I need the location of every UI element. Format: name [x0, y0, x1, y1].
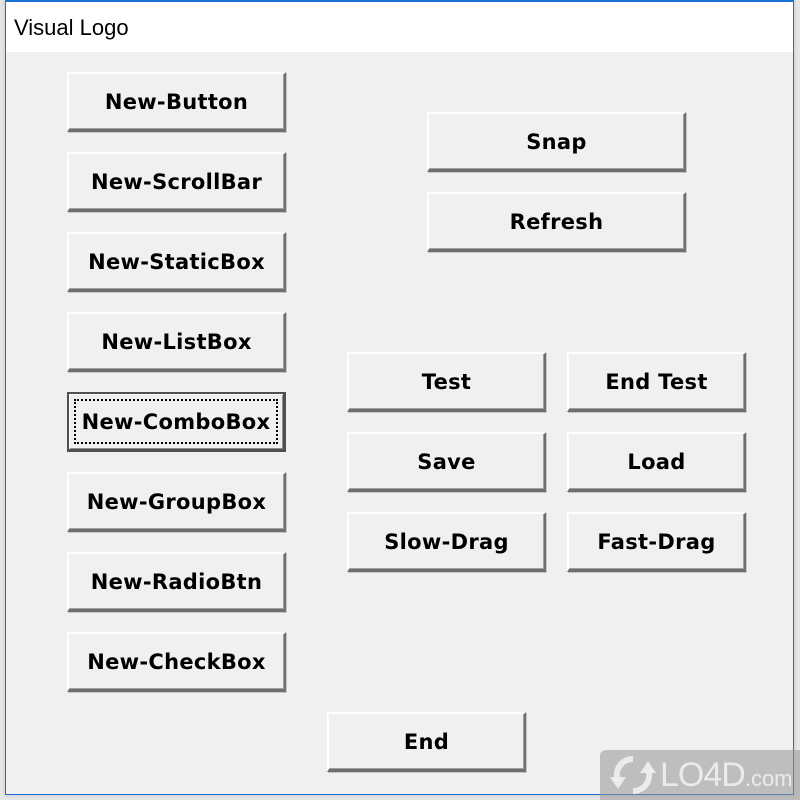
button-label: New-Button	[104, 89, 249, 114]
button-label: New-ListBox	[101, 329, 252, 354]
button-label: New-StaticBox	[88, 249, 265, 274]
button-label: End Test	[605, 369, 708, 394]
end-button[interactable]: End	[327, 712, 526, 772]
button-label: Slow-Drag	[384, 529, 509, 554]
new-groupbox-button[interactable]: New-GroupBox	[67, 472, 286, 532]
watermark-main: LO4D	[660, 755, 746, 794]
button-label: Test	[421, 369, 472, 394]
new-scrollbar-button[interactable]: New-ScrollBar	[67, 152, 286, 212]
new-staticbox-button[interactable]: New-StaticBox	[67, 232, 286, 292]
load-button[interactable]: Load	[567, 432, 746, 492]
lo4d-logo-icon	[610, 755, 656, 795]
new-checkbox-button[interactable]: New-CheckBox	[67, 632, 286, 692]
button-label: New-RadioBtn	[90, 569, 263, 594]
refresh-button[interactable]: Refresh	[427, 192, 686, 252]
button-label: Load	[627, 449, 686, 474]
button-label: Refresh	[509, 209, 604, 234]
title-bar[interactable]: Visual Logo	[6, 2, 793, 52]
new-combobox-button[interactable]: New-ComboBox	[67, 392, 286, 452]
test-button[interactable]: Test	[347, 352, 546, 412]
snap-button[interactable]: Snap	[427, 112, 686, 172]
button-label: New-ScrollBar	[90, 169, 263, 194]
window-title: Visual Logo	[14, 15, 129, 40]
end-test-button[interactable]: End Test	[567, 352, 746, 412]
new-listbox-button[interactable]: New-ListBox	[67, 312, 286, 372]
fast-drag-button[interactable]: Fast-Drag	[567, 512, 746, 572]
button-label: Save	[417, 449, 476, 474]
button-label: End	[403, 729, 450, 754]
new-radiobtn-button[interactable]: New-RadioBtn	[67, 552, 286, 612]
button-label: New-GroupBox	[86, 489, 267, 514]
button-label: Snap	[526, 129, 587, 154]
watermark-text: LO4D.com	[660, 756, 793, 795]
lo4d-watermark: LO4D.com	[600, 750, 800, 800]
slow-drag-button[interactable]: Slow-Drag	[347, 512, 546, 572]
save-button[interactable]: Save	[347, 432, 546, 492]
button-label: New-CheckBox	[87, 649, 266, 674]
button-label: Fast-Drag	[597, 529, 716, 554]
watermark-suffix: .com	[744, 765, 793, 791]
new-button-button[interactable]: New-Button	[67, 72, 286, 132]
button-label: New-ComboBox	[81, 409, 271, 434]
